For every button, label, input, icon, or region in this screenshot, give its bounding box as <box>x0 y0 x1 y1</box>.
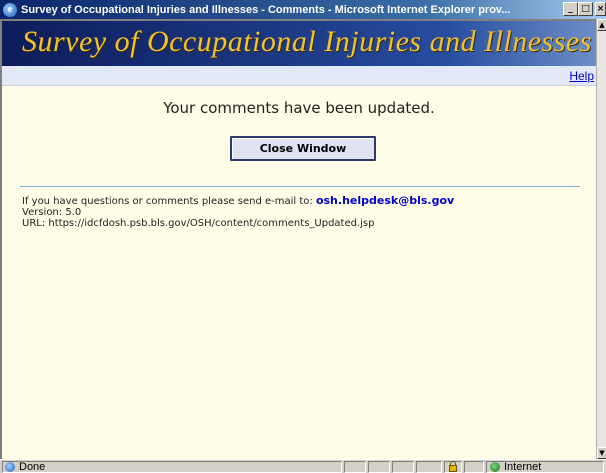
version-text: Version: 5.0 <box>22 207 82 218</box>
footer-info: If you have questions or comments please… <box>22 195 582 229</box>
help-link[interactable]: Help <box>569 69 594 83</box>
contact-line: If you have questions or comments please… <box>22 195 582 207</box>
site-banner: Survey of Occupational Injuries and Illn… <box>2 21 596 66</box>
lock-icon <box>449 461 457 472</box>
security-pane <box>444 461 462 473</box>
window-titlebar[interactable]: e Survey of Occupational Injuries and Il… <box>0 0 606 19</box>
confirmation-message: Your comments have been updated. <box>163 99 435 117</box>
close-window-icon-button[interactable]: × <box>595 2 606 16</box>
ie-icon: e <box>3 2 17 17</box>
status-pane <box>344 461 366 473</box>
status-panel: Done <box>2 461 342 473</box>
divider <box>20 186 580 187</box>
status-pane <box>416 461 442 473</box>
status-pane <box>368 461 390 473</box>
zone-text: Internet <box>504 461 542 473</box>
page-icon <box>5 462 15 472</box>
status-pane <box>464 461 484 473</box>
status-bar: Done Internet <box>0 459 606 473</box>
maximize-button[interactable]: □ <box>578 2 593 16</box>
window-title: Survey of Occupational Injuries and Illn… <box>21 3 511 16</box>
banner-title: Survey of Occupational Injuries and Illn… <box>22 25 592 58</box>
zone-pane: Internet <box>486 461 604 473</box>
minimize-button[interactable]: _ <box>563 2 578 16</box>
helpdesk-email-link[interactable]: osh.helpdesk@bls.gov <box>316 194 454 207</box>
close-window-button[interactable]: Close Window <box>230 136 376 161</box>
nav-bar: Help <box>2 66 596 86</box>
status-text: Done <box>19 461 46 473</box>
status-pane <box>392 461 414 473</box>
scroll-up-icon[interactable]: ▲ <box>597 19 606 31</box>
contact-text: If you have questions or comments please… <box>22 196 313 207</box>
scroll-down-icon[interactable]: ▼ <box>597 447 606 459</box>
page-content: Survey of Occupational Injuries and Illn… <box>0 19 596 459</box>
internet-zone-icon <box>490 462 500 472</box>
vertical-scrollbar[interactable]: ▲ ▼ <box>596 19 606 459</box>
url-text: URL: https://idcfdosh.psb.bls.gov/OSH/co… <box>22 218 375 229</box>
